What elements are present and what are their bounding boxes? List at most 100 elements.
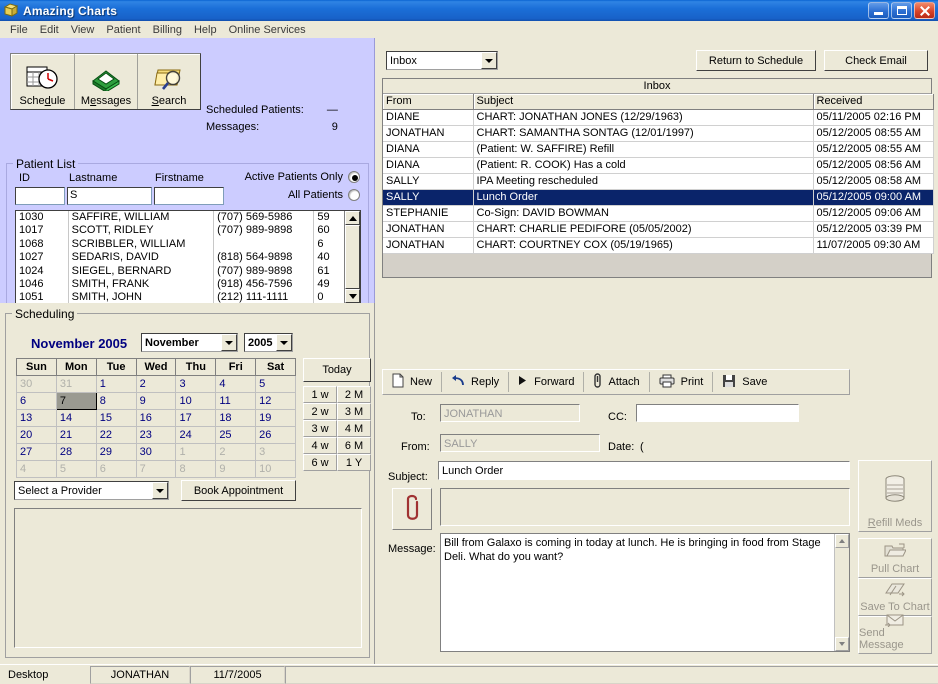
forward-button[interactable]: Forward — [509, 370, 583, 394]
subject-input[interactable]: Lunch Order — [438, 461, 850, 480]
save-to-chart-button[interactable]: Save To Chart — [858, 578, 932, 616]
refill-meds-button[interactable]: Refill Meds — [858, 460, 932, 532]
menu-item-billing[interactable]: Billing — [147, 23, 188, 37]
menu-item-view[interactable]: View — [65, 23, 101, 37]
calendar-range-button[interactable]: 4 M — [337, 420, 371, 437]
scroll-down-button[interactable] — [345, 289, 360, 303]
lastname-input[interactable]: S — [67, 187, 152, 205]
message-body[interactable]: Bill from Galaxo is coming in today at l… — [440, 533, 850, 652]
calendar-day[interactable]: 1 — [95, 375, 137, 393]
calendar-day[interactable]: 5 — [55, 460, 97, 478]
calendar-day[interactable]: 23 — [135, 426, 177, 444]
calendar-day[interactable]: 4 — [16, 460, 57, 478]
firstname-input[interactable] — [154, 187, 224, 205]
calendar-range-button[interactable]: 6 M — [337, 437, 371, 454]
active-patients-radio[interactable]: Active Patients Only — [245, 171, 360, 183]
scroll-up-button[interactable] — [345, 211, 360, 225]
calendar-day[interactable]: 16 — [135, 409, 177, 427]
pull-chart-button[interactable]: Pull Chart — [858, 538, 932, 578]
inbox-row-selected[interactable]: SALLY Lunch Order 05/12/2005 09:00 AM — [383, 189, 934, 206]
calendar-day[interactable]: 5 — [255, 375, 296, 393]
menu-item-patient[interactable]: Patient — [100, 23, 146, 37]
calendar-day[interactable]: 25 — [215, 426, 257, 444]
reply-button[interactable]: Reply — [442, 370, 508, 394]
calendar-range-button[interactable]: 6 w — [303, 454, 337, 471]
calendar-day[interactable]: 27 — [16, 443, 57, 461]
return-to-schedule-button[interactable]: Return to Schedule — [696, 50, 816, 71]
attachment-field[interactable] — [440, 488, 850, 526]
patient-table[interactable]: 1030 SAFFIRE, WILLIAM (707) 569-5986 59 1017… — [15, 210, 361, 304]
provider-select[interactable]: Select a Provider — [14, 481, 169, 500]
messages-button[interactable]: Messages — [74, 54, 137, 109]
calendar-day[interactable]: 30 — [16, 375, 57, 393]
menu-item-edit[interactable]: Edit — [34, 23, 65, 37]
inbox-row[interactable]: SALLY IPA Meeting rescheduled 05/12/2005 0… — [383, 173, 934, 190]
calendar-day[interactable]: 14 — [55, 409, 97, 427]
calendar-range-button[interactable]: 3 w — [303, 420, 337, 437]
today-button[interactable]: Today — [303, 358, 371, 382]
cc-input[interactable] — [636, 404, 799, 422]
calendar-range-button[interactable]: 2 M — [337, 386, 371, 403]
new-message-button[interactable]: New — [383, 370, 441, 394]
calendar-day[interactable]: 13 — [16, 409, 57, 427]
calendar-day[interactable]: 11 — [215, 392, 257, 410]
all-patients-radio[interactable]: All Patients — [288, 189, 360, 201]
calendar-day[interactable]: 24 — [175, 426, 217, 444]
message-scroll-down[interactable] — [835, 637, 849, 651]
radio-indicator-active[interactable] — [348, 171, 360, 183]
calendar-day[interactable]: 29 — [95, 443, 137, 461]
inbox-column-header[interactable]: Subject — [473, 94, 814, 110]
calendar-day[interactable]: 8 — [95, 392, 137, 410]
maximize-icon[interactable] — [891, 2, 912, 19]
chevron-down-icon[interactable] — [481, 52, 497, 69]
print-button[interactable]: Print — [650, 370, 713, 394]
inbox-row[interactable]: DIANA (Patient: W. SAFFIRE) Refill 05/12/2… — [383, 141, 934, 158]
calendar-day[interactable]: 1 — [175, 443, 217, 461]
chevron-down-icon[interactable] — [221, 334, 237, 351]
calendar-day[interactable]: 10 — [255, 460, 296, 478]
calendar-day[interactable]: 20 — [16, 426, 57, 444]
calendar-day[interactable]: 26 — [255, 426, 296, 444]
inbox-row[interactable]: JONATHAN CHART: CHARLIE PEDIFORE (05/05/2… — [383, 221, 934, 238]
calendar-day[interactable]: 4 — [215, 375, 257, 393]
menu-item-online-services[interactable]: Online Services — [223, 23, 312, 37]
calendar-day[interactable]: 10 — [175, 392, 217, 410]
menu-item-help[interactable]: Help — [188, 23, 223, 37]
search-button[interactable]: Search — [137, 54, 200, 109]
close-icon[interactable] — [914, 2, 935, 19]
month-select[interactable]: November — [141, 333, 238, 352]
check-email-button[interactable]: Check Email — [824, 50, 928, 71]
calendar-day[interactable]: 15 — [95, 409, 137, 427]
attach-button[interactable]: Attach — [584, 370, 648, 394]
table-row[interactable]: 1024 SIEGEL, BERNARD (707) 989-9898 61 — [16, 264, 344, 279]
calendar-day[interactable]: 8 — [175, 460, 217, 478]
menu-item-file[interactable]: File — [4, 23, 34, 37]
inbox-row[interactable]: STEPHANIE Co-Sign: DAVID BOWMAN 05/12/2005… — [383, 205, 934, 222]
calendar-range-button[interactable]: 1 w — [303, 386, 337, 403]
message-scrollbar[interactable] — [834, 534, 849, 651]
calendar-day[interactable]: 6 — [16, 392, 57, 410]
table-row[interactable]: 1068 SCRIBBLER, WILLIAM 6 — [16, 237, 344, 252]
send-message-button[interactable]: Send Message — [858, 614, 932, 654]
mail-folder-select[interactable]: Inbox — [386, 51, 498, 70]
calendar-day[interactable]: 19 — [255, 409, 296, 427]
table-row[interactable]: 1030 SAFFIRE, WILLIAM (707) 569-5986 59 — [16, 211, 344, 225]
appointments-list[interactable] — [14, 508, 362, 648]
book-appointment-button[interactable]: Book Appointment — [181, 480, 296, 501]
calendar-day-selected[interactable]: 7 — [55, 392, 97, 410]
to-input[interactable]: JONATHAN — [440, 404, 580, 422]
calendar-day[interactable]: 31 — [55, 375, 97, 393]
calendar-day[interactable]: 9 — [135, 392, 177, 410]
minimize-icon[interactable] — [868, 2, 889, 19]
schedule-button[interactable]: Schedule — [11, 54, 74, 109]
calendar-day[interactable]: 21 — [55, 426, 97, 444]
chevron-down-icon[interactable] — [152, 482, 168, 499]
id-input[interactable] — [15, 187, 65, 205]
calendar-day[interactable]: 12 — [255, 392, 296, 410]
calendar-range-button[interactable]: 1 Y — [337, 454, 371, 471]
inbox-column-header[interactable]: Received — [813, 94, 934, 110]
inbox-column-header[interactable]: From — [383, 94, 474, 110]
calendar-grid[interactable]: Sun Mon Tue Wed Thu Fri Sat 30 31 1 2 3 4 5 6 7 8 9 10 11 1… — [16, 358, 296, 478]
save-button[interactable]: Save — [713, 370, 776, 394]
calendar-day[interactable]: 18 — [215, 409, 257, 427]
